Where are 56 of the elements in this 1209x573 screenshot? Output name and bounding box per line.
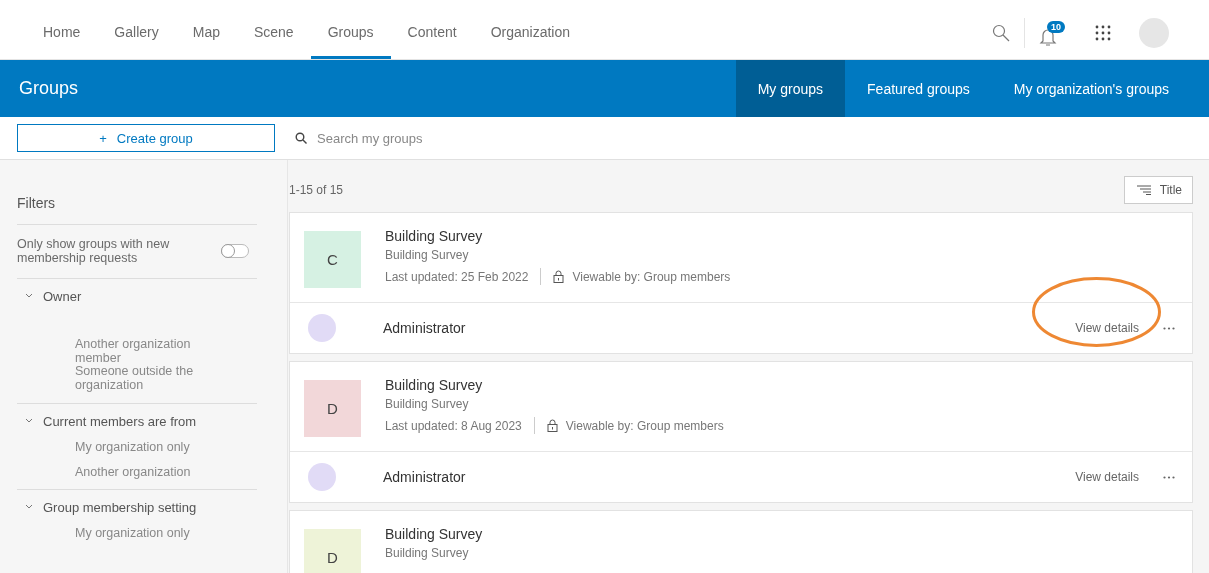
nav-tab[interactable]: Scene [236, 0, 311, 59]
nav-tab[interactable]: Gallery [97, 0, 176, 59]
view-details-link[interactable]: View details [1069, 469, 1145, 485]
last-updated: Last updated: 8 Aug 2023 [385, 418, 522, 433]
create-group-button[interactable]: + Create group [17, 124, 275, 152]
filter-section-header[interactable]: Group membership setting [17, 499, 197, 515]
toggle-label: Only show groups with new membership requests [17, 237, 171, 266]
last-updated: Last updated: 25 Feb 2022 [385, 269, 529, 284]
group-title[interactable]: Building Survey [385, 526, 483, 542]
nav-tab[interactable]: Content [390, 0, 474, 59]
filter-option[interactable]: Another organization member [75, 337, 225, 366]
more-icon[interactable] [1163, 475, 1175, 479]
group-title[interactable]: Building Survey [385, 377, 724, 393]
group-summary: Building Survey [385, 546, 470, 560]
notification-count: 10 [1047, 20, 1065, 33]
filter-option[interactable]: Another organization [75, 464, 257, 479]
access-level: Viewable by: Group members [572, 269, 731, 284]
filter-option[interactable]: Someone outside the organization [75, 365, 225, 393]
chevron-icon [25, 504, 33, 511]
nav-tab[interactable]: Home [26, 0, 98, 59]
result-count: 1-15 of 15 [289, 183, 344, 197]
filter-section-header[interactable]: Owner [17, 288, 82, 304]
apps-grid-icon[interactable] [1095, 24, 1111, 41]
nav-tab[interactable]: Map [175, 0, 237, 59]
more-icon[interactable] [1163, 326, 1175, 330]
sort-button[interactable]: Title [1123, 176, 1193, 204]
nav-tab[interactable]: Organization [473, 0, 587, 59]
group-thumbnail: C [304, 231, 361, 288]
access-level: Viewable by: Group members [565, 418, 724, 433]
group-title[interactable]: Building Survey [385, 228, 731, 244]
filter-option[interactable]: My organization only [75, 439, 257, 454]
group-summary: Building Survey [385, 397, 470, 411]
groups-tab[interactable]: My organization's groups [991, 60, 1209, 117]
filter-section-header[interactable]: Current members are from [17, 413, 197, 429]
notifications-button[interactable]: 10 [1039, 20, 1067, 45]
view-details-link[interactable]: View details [1069, 320, 1145, 336]
sort-icon [1136, 185, 1151, 195]
groups-tab[interactable]: Featured groups [845, 60, 992, 117]
chevron-icon [25, 293, 33, 300]
group-thumbnail: D [304, 380, 361, 437]
owner-avatar [308, 463, 336, 491]
filters-title: Filters [17, 160, 257, 225]
filter-option[interactable]: My organization only [75, 525, 257, 540]
chevron-icon [25, 418, 33, 425]
group-summary: Building Survey [385, 248, 470, 262]
toggle-switch[interactable] [221, 244, 249, 259]
lock-icon [553, 270, 565, 283]
groups-tab[interactable]: My groups [735, 60, 846, 117]
lock-icon [546, 419, 558, 432]
owner-name: Administrator [383, 469, 467, 485]
group-thumbnail: D [304, 529, 361, 573]
owner-avatar [308, 314, 336, 342]
search-icon[interactable] [992, 23, 1010, 42]
search-icon [295, 132, 307, 144]
page-title: Groups [19, 77, 80, 100]
owner-name: Administrator [383, 320, 467, 336]
